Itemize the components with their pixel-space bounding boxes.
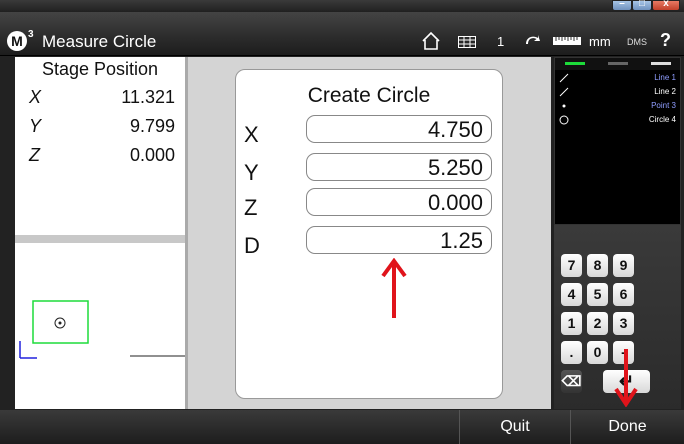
feature-grid-icon[interactable] (458, 36, 476, 48)
feature-label: Point 3 (651, 101, 676, 110)
part-view-canvas (19, 300, 185, 359)
feature-list[interactable]: Line 1 Line 2 Point 3 Circle 4 (554, 57, 681, 225)
panel-divider[interactable] (15, 235, 185, 243)
close-button[interactable]: x (652, 0, 680, 11)
line-icon (559, 87, 569, 97)
stage-position-title: Stage Position (41, 59, 159, 79)
feature-list-tabs[interactable] (555, 58, 680, 70)
title-bar: M 3 Measure Circle 1 mm DMS ? (0, 12, 684, 56)
app-logo[interactable]: M (7, 31, 27, 51)
app-window: – □ x M 3 Measure Circle 1 mm DMS ? Stag… (0, 0, 684, 444)
backspace-icon[interactable]: ⌫ (561, 370, 582, 393)
y-input[interactable] (306, 153, 492, 181)
field-label-d: D (244, 233, 260, 258)
feature-label: Circle 4 (648, 115, 676, 124)
done-button[interactable]: Done (570, 410, 684, 444)
tab-indicator[interactable] (651, 62, 671, 65)
feature-item-point-3[interactable]: Point 3 (555, 101, 680, 112)
window-chrome: – □ x (0, 0, 684, 12)
annotation-arrow-up-icon (381, 258, 407, 318)
tab-indicator[interactable] (608, 62, 628, 65)
circle-icon (559, 115, 569, 125)
stage-axis-z-value: 0.000 (129, 145, 175, 165)
help-button[interactable]: ? (660, 30, 671, 51)
stage-position-panel: Stage Position X 11.321 Y 9.799 Z 0.000 (15, 57, 185, 235)
home-icon[interactable] (421, 31, 441, 51)
stage-axis-y-label: Y (29, 116, 42, 136)
key-1[interactable]: 1 (561, 312, 582, 335)
z-input[interactable] (306, 188, 492, 216)
circle-center-dot (58, 321, 62, 325)
create-circle-dialog: Create Circle X Y Z D (235, 69, 503, 399)
stage-axis-x-value: 11.321 (121, 87, 175, 107)
page-title: Measure Circle (42, 32, 157, 51)
key-9[interactable]: 9 (613, 254, 634, 277)
feature-label: Line 1 (654, 73, 676, 82)
field-label-y: Y (244, 160, 259, 185)
unit-selector[interactable]: mm (589, 34, 611, 49)
key-6[interactable]: 6 (613, 283, 634, 306)
feature-item-circle-4[interactable]: Circle 4 (555, 115, 680, 126)
feature-item-line-1[interactable]: Line 1 (555, 73, 680, 84)
x-input[interactable] (306, 115, 492, 143)
minimize-button[interactable]: – (612, 0, 632, 11)
quit-button[interactable]: Quit (459, 410, 570, 444)
part-view[interactable] (15, 243, 185, 409)
key-decimal[interactable]: . (561, 341, 582, 364)
feature-count: 1 (497, 34, 505, 49)
maximize-button[interactable]: □ (632, 0, 652, 11)
stage-axis-y-value: 9.799 (129, 116, 175, 136)
key-2[interactable]: 2 (587, 312, 608, 335)
stage-axis-z-label: Z (29, 145, 40, 165)
field-label-z: Z (244, 195, 258, 220)
annotation-arrow-down-icon (614, 349, 638, 407)
dialog-title: Create Circle (307, 84, 431, 107)
key-0[interactable]: 0 (587, 341, 608, 364)
line-icon (559, 73, 569, 83)
feature-label: Line 2 (654, 87, 676, 96)
ruler-icon[interactable] (553, 35, 581, 47)
tab-active-indicator[interactable] (565, 62, 585, 65)
feature-item-line-2[interactable]: Line 2 (555, 87, 680, 98)
stage-axis-x-label: X (29, 87, 42, 107)
angle-format-selector[interactable]: DMS (627, 37, 647, 47)
key-7[interactable]: 7 (561, 254, 582, 277)
diameter-input[interactable] (306, 226, 492, 254)
key-4[interactable]: 4 (561, 283, 582, 306)
key-8[interactable]: 8 (587, 254, 608, 277)
key-5[interactable]: 5 (587, 283, 608, 306)
app-logo-superscript: 3 (28, 29, 34, 40)
field-label-x: X (244, 122, 259, 147)
undo-icon[interactable] (523, 32, 541, 48)
point-icon (562, 104, 566, 108)
key-3[interactable]: 3 (613, 312, 634, 335)
